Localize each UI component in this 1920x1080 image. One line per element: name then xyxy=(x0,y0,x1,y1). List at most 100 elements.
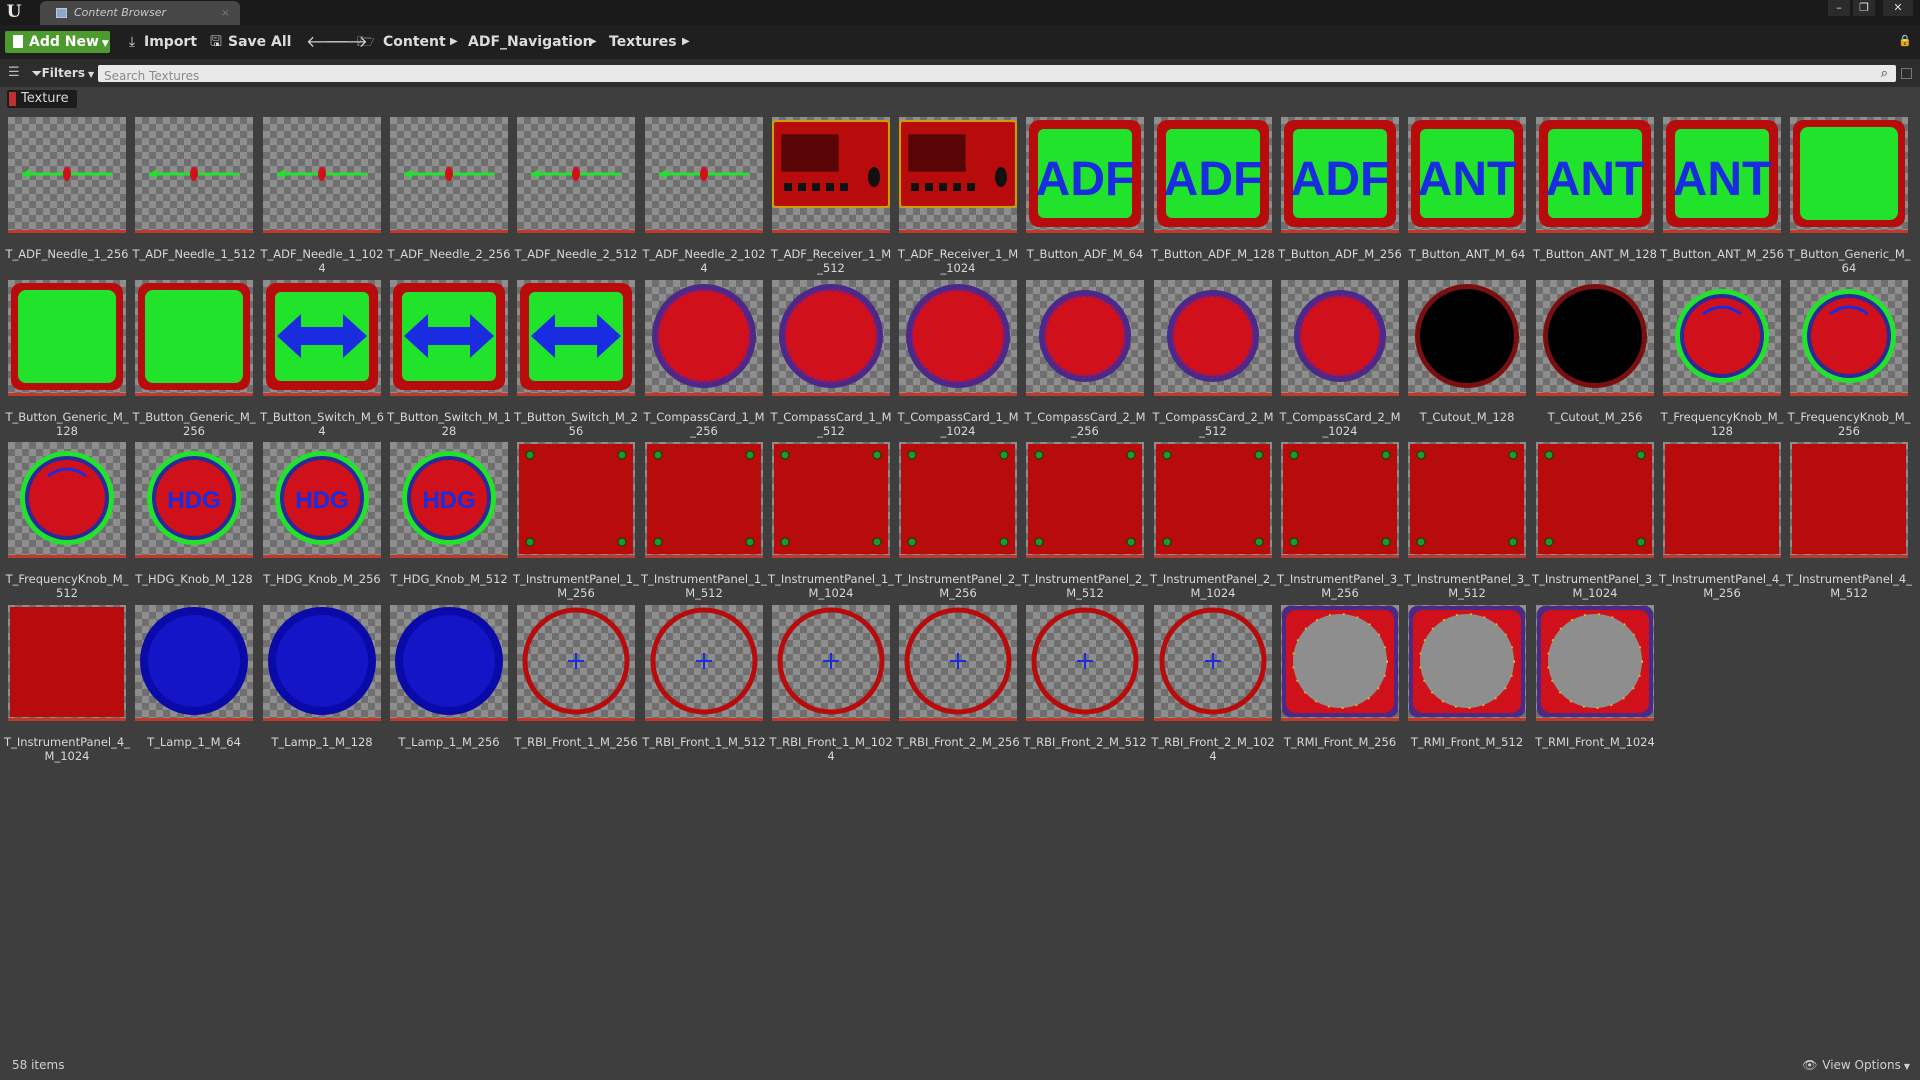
asset-tile[interactable]: T_CompassCard_2_M_256 xyxy=(1024,280,1146,438)
asset-thumbnail[interactable] xyxy=(1026,442,1144,558)
asset-thumbnail[interactable]: ADF xyxy=(1026,117,1144,233)
asset-tile[interactable]: T_RBI_Front_1_M_256 xyxy=(514,605,638,763)
asset-tile[interactable]: T_FrequencyKnob_M_128 xyxy=(1661,280,1783,438)
sources-panel-toggle-icon[interactable]: ☰ xyxy=(8,66,24,80)
asset-thumbnail[interactable] xyxy=(1154,605,1272,721)
breadcrumb-adf-navigation[interactable]: ADF_Navigation xyxy=(468,31,593,53)
breadcrumb-separator-icon[interactable]: ▶ xyxy=(682,31,690,53)
asset-thumbnail[interactable] xyxy=(135,605,253,721)
asset-tile[interactable]: T_FrequencyKnob_M_256 xyxy=(1788,280,1910,438)
asset-tile[interactable]: T_InstrumentPanel_3_M_512 xyxy=(1404,442,1530,600)
asset-tile[interactable]: T_RBI_Front_1_M_1024 xyxy=(769,605,893,763)
breadcrumb-separator-icon[interactable]: ▶ xyxy=(589,31,597,53)
asset-thumbnail[interactable]: ANT xyxy=(1408,117,1526,233)
asset-tile[interactable]: T_RBI_Front_2_M_512 xyxy=(1023,605,1147,763)
asset-thumbnail[interactable]: ANT xyxy=(1536,117,1654,233)
asset-thumbnail[interactable] xyxy=(1536,605,1654,721)
asset-thumbnail[interactable] xyxy=(135,280,253,396)
asset-thumbnail[interactable]: HDG xyxy=(390,442,508,558)
folder-icon[interactable]: 🗁 xyxy=(357,31,374,53)
asset-tile[interactable]: T_RMI_Front_M_256 xyxy=(1281,605,1399,763)
asset-thumbnail[interactable] xyxy=(390,605,508,721)
asset-tile[interactable]: ADF T_Button_ADF_M_128 xyxy=(1151,117,1275,275)
asset-tile[interactable]: HDG T_HDG_Knob_M_128 xyxy=(135,442,253,600)
asset-tile[interactable]: T_CompassCard_1_M_256 xyxy=(643,280,765,438)
asset-thumbnail[interactable] xyxy=(772,442,890,558)
asset-thumbnail[interactable] xyxy=(1408,442,1526,558)
tab-close-icon[interactable]: × xyxy=(221,1,230,25)
asset-thumbnail[interactable] xyxy=(772,280,890,396)
asset-thumbnail[interactable] xyxy=(1536,442,1654,558)
asset-tile[interactable]: T_FrequencyKnob_M_512 xyxy=(6,442,128,600)
asset-thumbnail[interactable] xyxy=(1408,605,1526,721)
asset-thumbnail[interactable] xyxy=(517,442,635,558)
asset-thumbnail[interactable] xyxy=(1026,280,1144,396)
asset-tile[interactable]: HDG T_HDG_Knob_M_256 xyxy=(263,442,381,600)
asset-tile[interactable]: T_InstrumentPanel_4_M_256 xyxy=(1659,442,1785,600)
asset-tile[interactable]: T_ADF_Needle_2_512 xyxy=(515,117,637,275)
asset-thumbnail[interactable]: HDG xyxy=(135,442,253,558)
asset-thumbnail[interactable] xyxy=(1281,280,1399,396)
asset-tile[interactable]: T_CompassCard_2_M_1024 xyxy=(1279,280,1401,438)
asset-thumbnail[interactable] xyxy=(8,605,126,721)
asset-thumbnail[interactable] xyxy=(1790,117,1908,233)
asset-tile[interactable]: T_CompassCard_2_M_512 xyxy=(1152,280,1274,438)
asset-thumbnail[interactable] xyxy=(1536,280,1654,396)
asset-tile[interactable]: T_RBI_Front_2_M_1024 xyxy=(1151,605,1275,763)
asset-tile[interactable]: T_ADF_Receiver_1_M_1024 xyxy=(898,117,1018,275)
asset-thumbnail[interactable]: ADF xyxy=(1281,117,1399,233)
asset-tile[interactable]: T_RMI_Front_M_1024 xyxy=(1535,605,1655,763)
asset-thumbnail[interactable]: ADF xyxy=(1154,117,1272,233)
asset-tile[interactable]: ADF T_Button_ADF_M_256 xyxy=(1278,117,1402,275)
asset-tile[interactable]: ADF T_Button_ADF_M_64 xyxy=(1026,117,1144,275)
asset-tile[interactable]: T_ADF_Needle_1_1024 xyxy=(261,117,383,275)
asset-thumbnail[interactable] xyxy=(1026,605,1144,721)
asset-tile[interactable]: T_Lamp_1_M_256 xyxy=(390,605,508,763)
asset-thumbnail[interactable] xyxy=(517,280,635,396)
asset-thumbnail[interactable] xyxy=(1281,605,1399,721)
asset-thumbnail[interactable] xyxy=(772,605,890,721)
asset-thumbnail[interactable] xyxy=(899,442,1017,558)
asset-thumbnail[interactable] xyxy=(1790,280,1908,396)
asset-thumbnail[interactable] xyxy=(645,605,763,721)
asset-tile[interactable]: T_ADF_Needle_1_256 xyxy=(6,117,128,275)
asset-thumbnail[interactable] xyxy=(390,117,508,233)
asset-thumbnail[interactable] xyxy=(1790,442,1908,558)
asset-tile[interactable]: T_Cutout_M_256 xyxy=(1536,280,1654,438)
asset-tile[interactable]: T_RBI_Front_2_M_256 xyxy=(896,605,1020,763)
asset-tile[interactable]: ANT T_Button_ANT_M_128 xyxy=(1533,117,1657,275)
asset-thumbnail[interactable] xyxy=(8,117,126,233)
asset-tile[interactable]: T_Button_Switch_M_256 xyxy=(514,280,638,438)
asset-thumbnail[interactable] xyxy=(1663,280,1781,396)
asset-tile[interactable]: T_CompassCard_1_M_512 xyxy=(770,280,892,438)
search-input[interactable] xyxy=(104,67,1844,85)
filters-button[interactable]: ⏷Filters ▼ xyxy=(32,64,94,82)
breadcrumb-textures[interactable]: Textures xyxy=(609,31,677,53)
asset-thumbnail[interactable] xyxy=(1663,442,1781,558)
asset-tile[interactable]: T_InstrumentPanel_2_M_256 xyxy=(895,442,1021,600)
asset-thumbnail[interactable] xyxy=(645,117,763,233)
asset-tile[interactable]: T_InstrumentPanel_4_M_1024 xyxy=(4,605,130,763)
asset-tile[interactable]: T_Lamp_1_M_64 xyxy=(135,605,253,763)
maximize-button[interactable]: ❐ xyxy=(1853,0,1875,16)
asset-tile[interactable]: HDG T_HDG_Knob_M_512 xyxy=(390,442,508,600)
asset-thumbnail[interactable] xyxy=(517,605,635,721)
asset-tile[interactable]: T_CompassCard_1_M_1024 xyxy=(897,280,1019,438)
search-box[interactable]: ⌕ xyxy=(98,65,1896,85)
asset-thumbnail[interactable] xyxy=(645,442,763,558)
asset-tile[interactable]: T_InstrumentPanel_4_M_512 xyxy=(1786,442,1912,600)
asset-thumbnail[interactable]: ANT xyxy=(1663,117,1781,233)
asset-thumbnail[interactable] xyxy=(263,117,381,233)
asset-tile[interactable]: T_ADF_Needle_1_512 xyxy=(133,117,255,275)
asset-tile[interactable]: ANT T_Button_ANT_M_64 xyxy=(1408,117,1526,275)
import-button[interactable]: ⤓ Import xyxy=(125,31,197,53)
asset-thumbnail[interactable] xyxy=(517,117,635,233)
asset-tile[interactable]: T_InstrumentPanel_1_M_1024 xyxy=(768,442,894,600)
tab-content-browser[interactable]: Content Browser × xyxy=(40,1,240,25)
asset-tile[interactable]: T_Lamp_1_M_128 xyxy=(263,605,381,763)
asset-thumbnail[interactable] xyxy=(899,605,1017,721)
asset-thumbnail[interactable] xyxy=(1408,280,1526,396)
asset-tile[interactable]: T_InstrumentPanel_3_M_1024 xyxy=(1532,442,1658,600)
view-options-button[interactable]: 👁 View Options ▼ xyxy=(1802,1058,1910,1072)
asset-tile[interactable]: T_Button_Generic_M_256 xyxy=(132,280,256,438)
